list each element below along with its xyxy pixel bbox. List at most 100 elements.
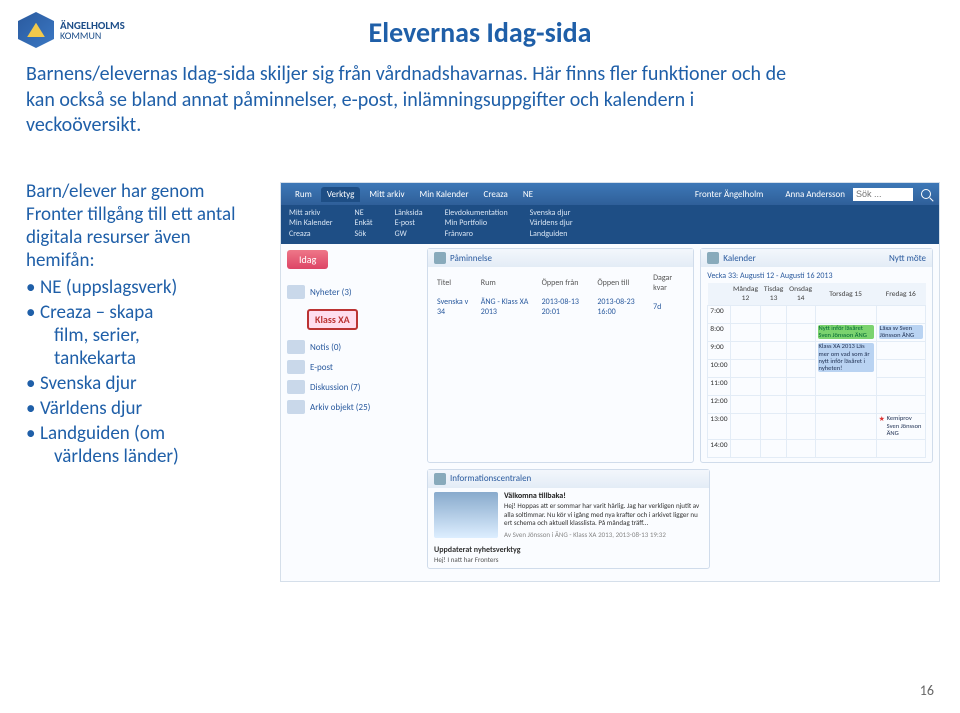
link-elevdok[interactable]: Elevdokumentation [445,208,508,218]
link-franvaro[interactable]: Frånvaro [445,229,508,239]
panel-paminnelse: Påminnelse Titel Rum Öppen från Öppen ti… [427,248,694,463]
discussion-icon [287,380,305,394]
search-input[interactable] [853,188,913,201]
calendar-grid: Måndag 12 Tisdag 13 Onsdag 14 Torsdag 15… [707,283,926,458]
note-icon [287,340,305,354]
sidebar-diskussion-label: Diskussion (7) [310,382,360,393]
link-svenska-djur[interactable]: Svenska djur [530,208,573,218]
event-kemiprov[interactable]: Kemiprov Sven Jönsson ÄNG [879,415,923,436]
link-creaza[interactable]: Creaza [289,229,333,239]
top-tabs: Rum Verktyg Mitt arkiv Min Kalender Crea… [289,187,539,202]
tab-rum[interactable]: Rum [289,187,318,202]
link-lanksida[interactable]: Länksida [395,208,423,218]
page-title: Elevernas Idag-sida [0,15,960,50]
panel-kalender-title: Kalender [723,253,755,264]
bullet-creaza-l2: film, serier, [40,324,256,347]
link-portfolio[interactable]: Min Portfolio [445,218,508,228]
cell-kvar: 7d [650,295,687,319]
sidebar-epost-label: E-post [310,362,333,373]
links-col-5: Svenska djur Världens djur Landguiden [530,208,573,239]
bullet-landguiden-l2: världens länder) [40,445,256,468]
hour-9: 9:00 [708,342,730,360]
cell-till: 2013-08-23 16:00 [594,295,650,319]
cell-fran: 2013-08-13 20:01 [539,295,595,319]
link-sok[interactable]: Sök [355,229,373,239]
col-titel: Titel [434,271,478,295]
links-col-2: NE Enkät Sök [355,208,373,239]
panel-informationscentralen: Informationscentralen Välkomna tillbaka!… [427,469,710,569]
sidebar-epost[interactable]: E-post [287,360,415,374]
tab-mitt-arkiv[interactable]: Mitt arkiv [363,187,410,202]
calendar-icon [707,252,719,264]
info-text: Välkomna tillbaka! Hej! Hoppas att er so… [504,492,703,539]
col-rum: Rum [478,271,539,295]
hour-12: 12:00 [708,396,730,414]
info-body-text: Hej! Hoppas att er sommar har varit härl… [504,501,699,527]
panel-kalender: Kalender Nytt möte Vecka 33: Augusti 12 … [700,248,933,463]
day-tue: Tisdag 13 [761,283,786,306]
tab-min-kalender[interactable]: Min Kalender [414,187,475,202]
bullet-creaza: Creaza – skapa film, serier, tankekarta [26,301,256,370]
idag-button[interactable]: Idag [287,250,328,269]
link-min-kalender[interactable]: Min Kalender [289,218,333,228]
bullet-varldens-djur: Världens djur [26,397,256,420]
link-epost[interactable]: E-post [395,218,423,228]
panel-info-title: Informationscentralen [450,473,531,484]
col-dagar-kvar: Dagar kvar [650,271,687,295]
info-body-2: Hej! I natt har Fronters [434,555,703,564]
news-icon [287,285,305,299]
user-name[interactable]: Anna Andersson [785,189,845,200]
tab-ne[interactable]: NE [517,187,539,202]
left-sidebar: Idag Nyheter (3) Klass XA Notis (0) E-po… [281,244,421,581]
hour-13: 13:00 [708,414,730,439]
link-enkat[interactable]: Enkät [355,218,373,228]
sidebar-arkiv[interactable]: Arkiv objekt (25) [287,400,415,414]
reminder-row[interactable]: Svenska v 34 ÄNG - Klass XA 2013 2013-08… [434,295,687,319]
sidebar-notis[interactable]: Notis (0) [287,340,415,354]
page-number: 16 [920,682,934,699]
intro-paragraph: Barnens/elevernas Idag-sida skiljer sig … [26,62,806,139]
info-icon [434,473,446,485]
bullet-landguiden-l1: Landguiden (om [40,422,165,445]
event-nytt-infor[interactable]: Nytt inför läsåret Sven Jönsson ÄNG [818,325,874,339]
tab-verktyg[interactable]: Verktyg [321,187,361,202]
links-col-4: Elevdokumentation Min Portfolio Frånvaro [445,208,508,239]
link-varldens-djur[interactable]: Världens djur [530,218,573,228]
search-icon[interactable] [921,189,931,199]
calendar-week-label: Vecka 33: Augusti 12 - Augusti 16 2013 [707,271,926,281]
sidebar-nyheter-label: Nyheter (3) [310,287,352,298]
class-badge[interactable]: Klass XA [307,309,358,330]
link-mitt-arkiv[interactable]: Mitt arkiv [289,208,333,218]
screenshot-fronter: Rum Verktyg Mitt arkiv Min Kalender Crea… [280,182,940,582]
links-col-1: Mitt arkiv Min Kalender Creaza [289,208,333,239]
info-byline: Av Sven Jönsson i ÄNG - Klass XA 2013, 2… [504,531,703,539]
bullet-creaza-l1: Creaza – skapa [40,301,153,324]
day-thu: Torsdag 15 [815,283,876,306]
tab-creaza[interactable]: Creaza [478,187,514,202]
bullet-creaza-l3: tankekarta [40,347,256,370]
sidebar-diskussion[interactable]: Diskussion (7) [287,380,415,394]
hour-10: 10:00 [708,360,730,378]
link-gw[interactable]: GW [395,229,423,239]
left-column: Barn/elever har genom Fronter tillgång t… [26,180,256,470]
links-col-3: Länksida E-post GW [395,208,423,239]
col-oppen-fran: Öppen från [539,271,595,295]
link-ne[interactable]: NE [355,208,373,218]
link-landguiden[interactable]: Landguiden [530,229,573,239]
toolbox-links: Mitt arkiv Min Kalender Creaza NE Enkät … [281,205,939,244]
cell-titel: Svenska v 34 [434,295,478,319]
bullet-landguiden: Landguiden (om världens länder) [26,422,256,468]
main-content: Påminnelse Titel Rum Öppen från Öppen ti… [421,244,939,581]
hour-7: 7:00 [708,306,730,324]
sidebar-arkiv-label: Arkiv objekt (25) [310,402,370,413]
day-mon: Måndag 12 [730,283,761,306]
bullet-svenska-djur: Svenska djur [26,372,256,395]
event-laxa[interactable]: Läxa sv Sven Jönsson ÄNG [879,325,923,339]
info-heading: Välkomna tillbaka! [504,492,703,502]
top-nav-bar: Rum Verktyg Mitt arkiv Min Kalender Crea… [281,183,939,205]
mail-icon [287,360,305,374]
sidebar-nyheter[interactable]: Nyheter (3) [287,285,415,299]
hour-8: 8:00 [708,324,730,342]
new-meeting-link[interactable]: Nytt möte [889,253,926,264]
event-klass-info[interactable]: Klass XA 2013 Läs mer om vad som är nytt… [818,343,874,372]
